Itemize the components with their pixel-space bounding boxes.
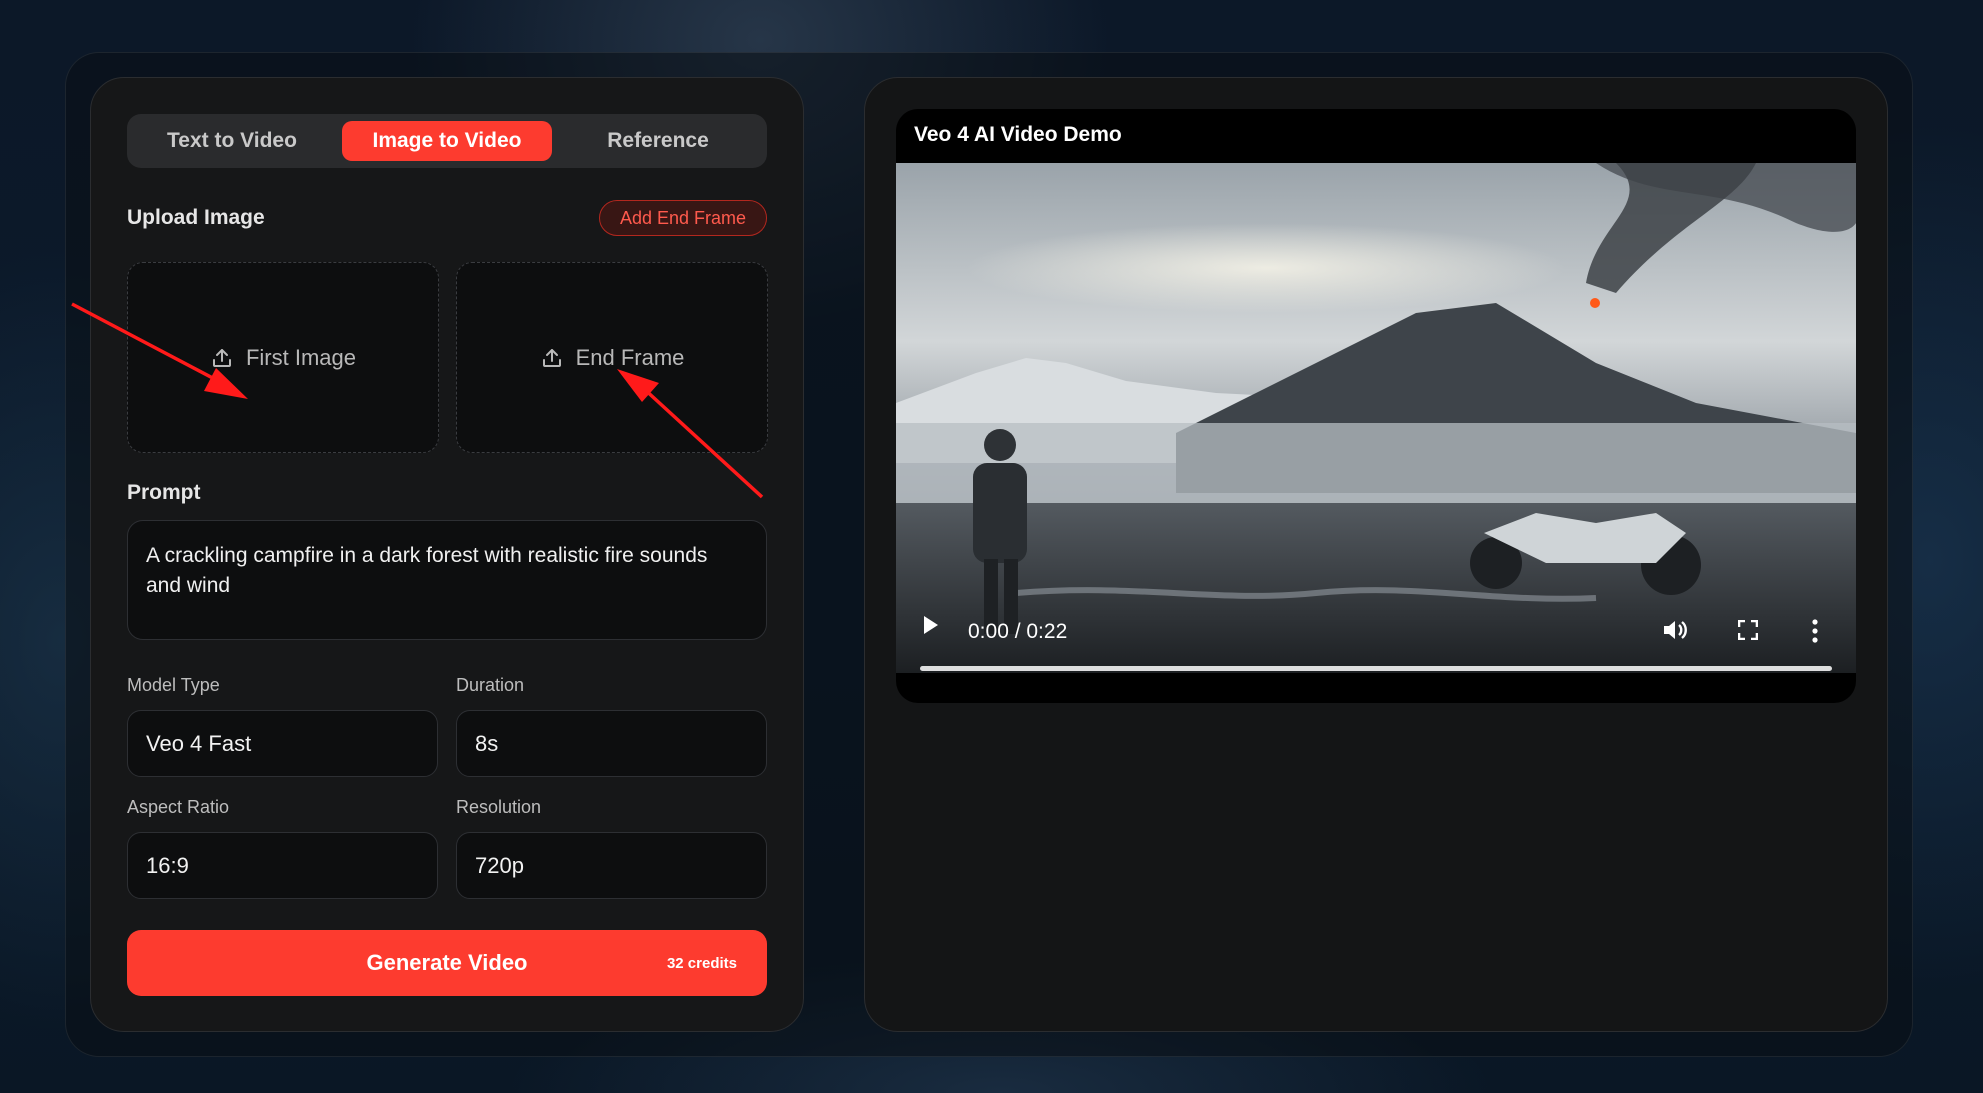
- play-icon[interactable]: [922, 614, 940, 636]
- aspect-ratio-label: Aspect Ratio: [127, 797, 230, 817]
- add-end-frame-button[interactable]: Add End Frame: [599, 200, 767, 236]
- video-time: 0:00 / 0:22: [968, 620, 1068, 643]
- credits-badge: 32 credits: [666, 954, 737, 972]
- first-image-upload[interactable]: First Image: [127, 262, 439, 453]
- resolution-label: Resolution: [456, 797, 542, 817]
- duration-select[interactable]: 8s: [456, 710, 767, 777]
- video-progress-bar[interactable]: [920, 666, 1832, 671]
- tab-text-to-video[interactable]: Text to Video: [134, 121, 330, 161]
- upload-image-heading: Upload Image: [127, 206, 265, 229]
- model-type-select[interactable]: Veo 4 Fast: [127, 710, 438, 777]
- video-player[interactable]: Veo 4 AI Video Demo 0:00 / 0:22: [896, 109, 1856, 703]
- fullscreen-icon[interactable]: [1738, 620, 1758, 640]
- tab-image-to-video[interactable]: Image to Video: [342, 121, 552, 161]
- end-frame-label: End Frame: [575, 344, 685, 370]
- aspect-ratio-select[interactable]: 16:9: [127, 832, 438, 899]
- mode-tabs: Text to Video Image to Video Reference: [127, 114, 767, 168]
- first-image-label: First Image: [245, 344, 357, 370]
- tab-reference[interactable]: Reference: [558, 121, 758, 161]
- end-frame-upload[interactable]: End Frame: [456, 262, 768, 453]
- generate-video-button[interactable]: Generate Video 32 credits: [127, 930, 767, 996]
- video-controls: 0:00 / 0:22: [896, 109, 1856, 671]
- prompt-heading: Prompt: [127, 481, 201, 504]
- volume-icon[interactable]: [1662, 618, 1688, 642]
- upload-icon: [212, 348, 231, 367]
- prompt-textarea[interactable]: A crackling campfire in a dark forest wi…: [127, 520, 767, 640]
- duration-label: Duration: [456, 675, 525, 695]
- upload-icon: [542, 348, 561, 367]
- model-type-label: Model Type: [127, 675, 220, 695]
- video-thumbnail-scene: [896, 163, 1856, 673]
- more-vertical-icon[interactable]: [1811, 619, 1819, 643]
- video-frame[interactable]: [896, 163, 1856, 673]
- resolution-select[interactable]: 720p: [456, 832, 767, 899]
